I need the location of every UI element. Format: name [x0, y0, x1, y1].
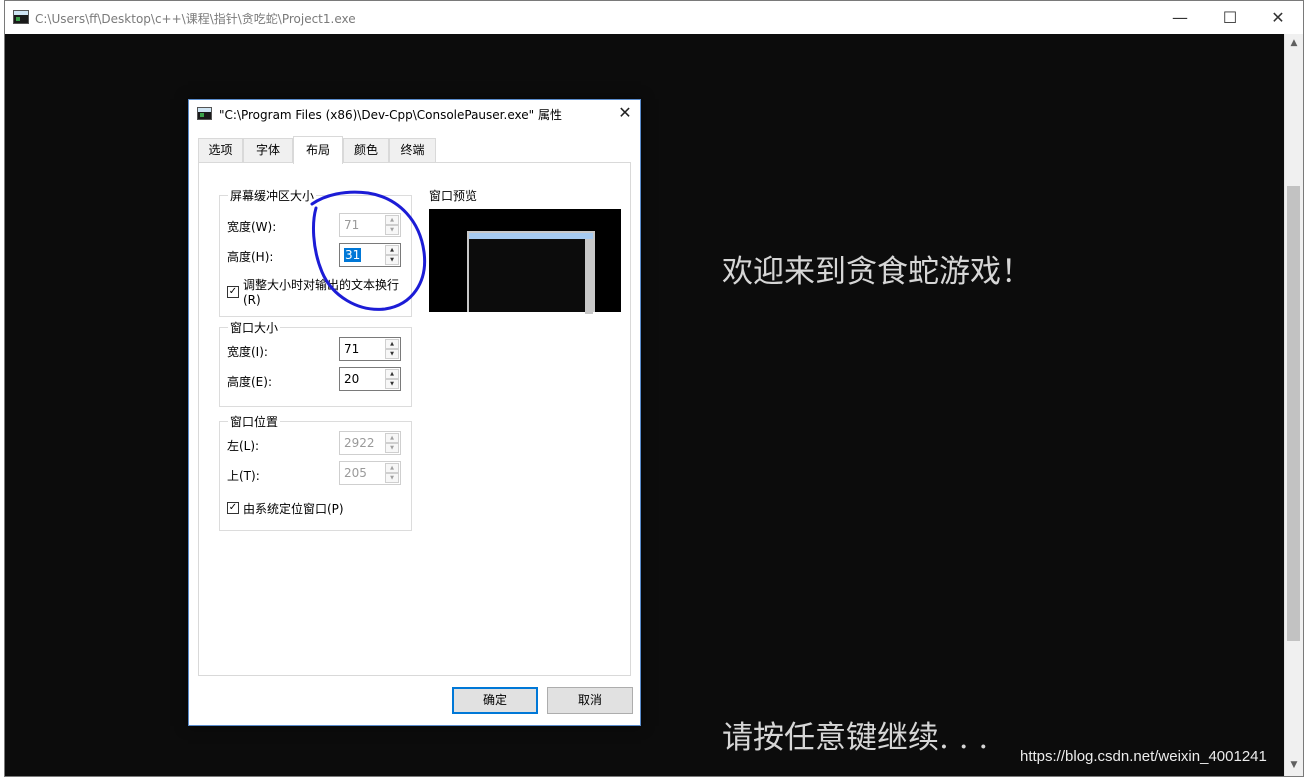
spin-up-icon[interactable]: ▲	[385, 245, 399, 255]
buffer-width-value: 71	[344, 218, 360, 232]
tab-options[interactable]: 选项	[198, 138, 243, 162]
close-button[interactable]: ✕	[1255, 1, 1301, 34]
spin-down-icon[interactable]: ▼	[385, 225, 399, 235]
window-position-group: 窗口位置 左(L): 2922 ▲ ▼ 上(T): 205 ▲ ▼ ✓ 由系统定…	[219, 413, 412, 531]
tab-layout[interactable]: 布局	[293, 136, 343, 164]
console-scrollbar[interactable]: ▲ ▼	[1284, 34, 1303, 776]
spin-down-icon[interactable]: ▼	[385, 349, 399, 359]
window-width-spinner[interactable]: 71 ▲ ▼	[339, 337, 401, 361]
buffer-height-spinner[interactable]: 31 ▲ ▼	[339, 243, 401, 267]
watermark-url: https://blog.csdn.net/weixin_4001241	[1020, 748, 1267, 765]
window-left-label: 左(L):	[227, 439, 260, 453]
preview-titlebar	[469, 233, 593, 239]
window-height-spinner[interactable]: 20 ▲ ▼	[339, 367, 401, 391]
window-width-label: 宽度(I):	[227, 345, 268, 359]
spin-buttons: ▲ ▼	[385, 215, 399, 235]
welcome-message: 欢迎来到贪食蛇游戏！	[722, 254, 1032, 290]
buffer-width-label: 宽度(W):	[227, 220, 277, 234]
screen-buffer-size-group: 屏幕缓冲区大小 宽度(W): 71 ▲ ▼ 高度(H): 31 ▲ ▼ ✓ 调整…	[219, 187, 412, 317]
console-app-icon	[13, 10, 29, 24]
window-left-value: 2922	[344, 436, 375, 450]
cancel-button[interactable]: 取消	[547, 687, 633, 714]
spin-buttons: ▲ ▼	[385, 463, 399, 483]
window-size-group: 窗口大小 宽度(I): 71 ▲ ▼ 高度(E): 20 ▲ ▼	[219, 319, 412, 407]
spin-buttons: ▲ ▼	[385, 433, 399, 453]
buffer-height-label: 高度(H):	[227, 250, 274, 264]
scrollbar-thumb[interactable]	[1287, 186, 1300, 641]
window-preview-label: 窗口预览	[429, 189, 478, 203]
spin-up-icon[interactable]: ▲	[385, 339, 399, 349]
dialog-title: "C:\Program Files (x86)\Dev-Cpp\ConsoleP…	[219, 108, 562, 122]
window-width-value: 71	[344, 342, 360, 356]
buffer-height-value: 31	[344, 248, 362, 262]
wrap-text-label-line2: (R)	[243, 293, 261, 307]
preview-window-frame	[467, 231, 595, 314]
window-top-label: 上(T):	[227, 469, 260, 483]
minimize-button[interactable]: —	[1157, 1, 1203, 34]
window-top-spinner[interactable]: 205 ▲ ▼	[339, 461, 401, 485]
group-title: 窗口位置	[228, 413, 281, 430]
system-position-checkbox[interactable]: ✓	[227, 502, 239, 514]
buffer-width-spinner[interactable]: 71 ▲ ▼	[339, 213, 401, 237]
spin-down-icon[interactable]: ▼	[385, 473, 399, 483]
preview-scrollbar	[585, 239, 593, 314]
scroll-up-arrow-icon[interactable]: ▲	[1285, 34, 1303, 52]
window-height-label: 高度(E):	[227, 375, 272, 389]
layout-tab-panel: 屏幕缓冲区大小 宽度(W): 71 ▲ ▼ 高度(H): 31 ▲ ▼ ✓ 调整…	[198, 162, 631, 676]
dialog-app-icon	[197, 107, 212, 120]
scroll-down-arrow-icon[interactable]: ▼	[1285, 756, 1303, 774]
tab-font[interactable]: 字体	[243, 138, 293, 162]
dialog-close-icon[interactable]: ✕	[615, 103, 635, 123]
wrap-text-checkbox[interactable]: ✓	[227, 286, 239, 298]
group-title: 窗口大小	[228, 319, 281, 336]
window-left-spinner[interactable]: 2922 ▲ ▼	[339, 431, 401, 455]
spin-buttons: ▲ ▼	[385, 369, 399, 389]
spin-up-icon[interactable]: ▲	[385, 463, 399, 473]
ok-button[interactable]: 确定	[452, 687, 538, 714]
spin-down-icon[interactable]: ▼	[385, 443, 399, 453]
spin-buttons: ▲ ▼	[385, 245, 399, 265]
window-top-value: 205	[344, 466, 367, 480]
system-position-label: 由系统定位窗口(P)	[243, 502, 344, 516]
spin-up-icon[interactable]: ▲	[385, 369, 399, 379]
press-any-key-message: 请按任意键继续. . .	[722, 720, 989, 756]
properties-dialog: "C:\Program Files (x86)\Dev-Cpp\ConsoleP…	[188, 99, 641, 726]
wrap-text-label-line1: 调整大小时对输出的文本换行	[243, 278, 400, 292]
selected-text: 31	[344, 248, 362, 262]
spin-down-icon[interactable]: ▼	[385, 255, 399, 265]
spin-up-icon[interactable]: ▲	[385, 433, 399, 443]
window-height-value: 20	[344, 372, 360, 386]
group-title: 屏幕缓冲区大小	[228, 187, 317, 204]
spin-down-icon[interactable]: ▼	[385, 379, 399, 389]
spin-buttons: ▲ ▼	[385, 339, 399, 359]
console-titlebar[interactable]: C:\Users\ff\Desktop\c++\课程\指针\贪吃蛇\Projec…	[5, 1, 1303, 34]
window-preview	[429, 209, 621, 314]
tab-colors[interactable]: 颜色	[343, 138, 389, 162]
maximize-button[interactable]: ☐	[1207, 1, 1253, 34]
tab-terminal[interactable]: 终端	[389, 138, 436, 162]
spin-up-icon[interactable]: ▲	[385, 215, 399, 225]
console-window-title: C:\Users\ff\Desktop\c++\课程\指针\贪吃蛇\Projec…	[35, 12, 356, 26]
